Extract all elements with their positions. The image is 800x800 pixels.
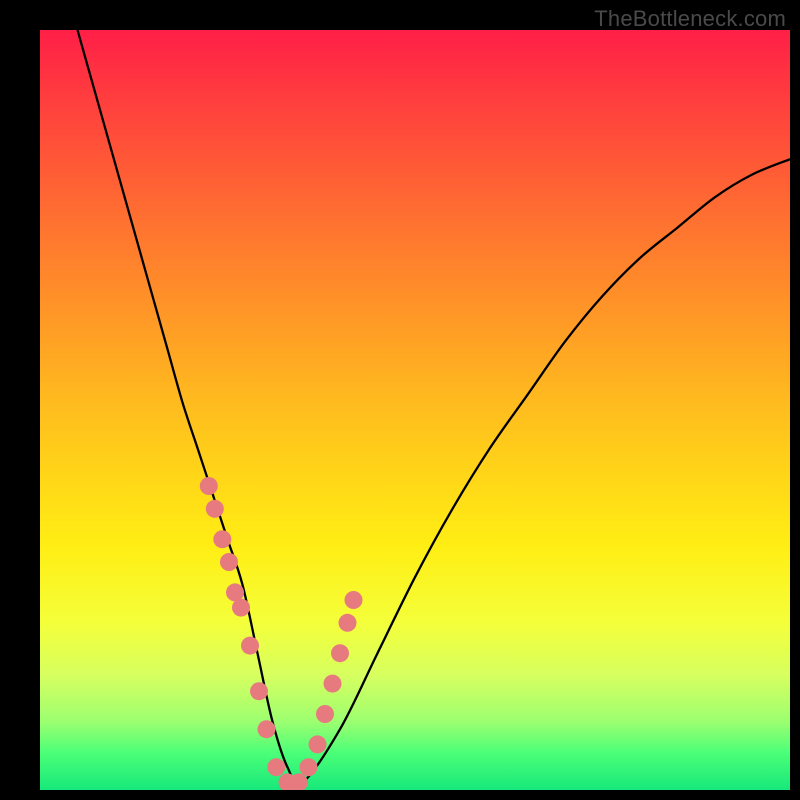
marker-dot: [241, 637, 259, 655]
watermark-label: TheBottleneck.com: [594, 6, 786, 32]
marker-dot: [267, 758, 285, 776]
bottleneck-curve: [40, 30, 790, 790]
marker-dot: [324, 675, 342, 693]
marker-dot: [316, 705, 334, 723]
marker-dot: [331, 644, 349, 662]
marker-dot: [258, 720, 276, 738]
marker-dot: [345, 591, 363, 609]
marker-dot: [300, 758, 318, 776]
marker-dot: [206, 500, 224, 518]
curve-path: [78, 30, 791, 784]
marker-dot: [213, 530, 231, 548]
marker-dot: [309, 735, 327, 753]
marker-dot: [339, 614, 357, 632]
marker-dots: [200, 477, 363, 790]
marker-dot: [200, 477, 218, 495]
marker-dot: [250, 682, 268, 700]
marker-dot: [232, 599, 250, 617]
marker-dot: [220, 553, 238, 571]
plot-area: [40, 30, 790, 790]
chart-frame: TheBottleneck.com: [0, 0, 800, 800]
